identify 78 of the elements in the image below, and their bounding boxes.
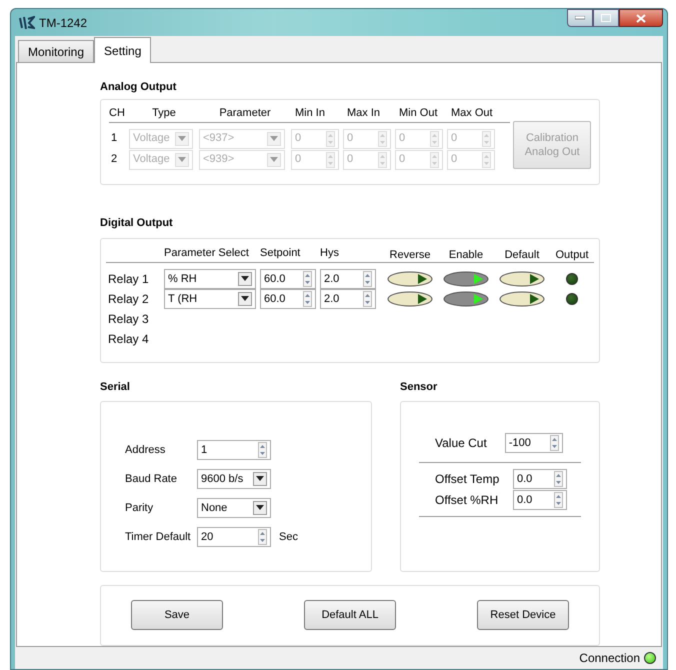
toggle-switch[interactable] (499, 290, 545, 307)
field-label: Baud Rate (125, 472, 177, 487)
channel-number: 1 (111, 131, 118, 146)
spin-field[interactable]: 0.0 (513, 490, 567, 510)
spin-field[interactable]: -100 (504, 432, 563, 453)
spin-field[interactable]: 60.0 (260, 288, 316, 309)
field-label: Address (125, 442, 166, 458)
minimize-button[interactable] (567, 9, 593, 27)
column-header: Max In (347, 106, 380, 120)
dropdown[interactable]: T (RH (164, 288, 256, 309)
channel-number: 2 (111, 152, 118, 168)
action-button[interactable]: Default ALL (304, 600, 396, 630)
toggle-switch[interactable] (443, 290, 489, 307)
relay-label: Relay 3 (108, 310, 149, 328)
app-logo-icon (19, 16, 35, 30)
dropdown-caret-icon[interactable] (253, 500, 267, 515)
dropdown-caret-icon[interactable] (238, 272, 252, 286)
column-header: Type (152, 106, 176, 120)
status-label: Connection (579, 650, 640, 667)
column-header: Setpoint (260, 246, 300, 261)
relay-label: Relay 1 (108, 270, 149, 288)
close-button[interactable] (619, 9, 663, 27)
section-title: Analog Output (100, 80, 176, 95)
spin-field[interactable]: 0.0 (513, 468, 567, 489)
relay-label: Relay 2 (108, 290, 149, 308)
spin-field[interactable]: 1 (197, 440, 271, 460)
spinner-arrows-icon[interactable] (363, 290, 372, 307)
spin-field[interactable]: 2.0 (320, 268, 376, 289)
column-header: Reverse (390, 248, 430, 263)
field-label: Parity (125, 500, 154, 516)
close-icon (636, 14, 646, 22)
spinner-arrows-icon[interactable] (258, 528, 267, 545)
window-title: TM-1242 (39, 14, 88, 32)
spin-field[interactable]: 20 (197, 526, 271, 547)
section-title: Sensor (400, 380, 438, 396)
column-header: CH (109, 106, 125, 120)
column-header: Output (555, 248, 589, 263)
column-header: Parameter Select (164, 246, 249, 261)
spin-field[interactable]: 2.0 (320, 288, 376, 309)
section-title: Serial (100, 380, 130, 396)
column-header: Min Out (399, 106, 438, 120)
unit-label: Sec (279, 530, 298, 545)
spinner-arrows-icon[interactable] (303, 270, 312, 287)
spin-field[interactable]: 60.0 (260, 268, 316, 289)
toggle-switch[interactable] (443, 270, 489, 287)
dropdown[interactable]: % RH (164, 268, 256, 289)
spinner-arrows-icon[interactable] (554, 470, 563, 487)
column-header: Hys (320, 246, 339, 261)
spinner-arrows-icon[interactable] (554, 492, 563, 508)
minimize-icon (575, 16, 585, 20)
maximize-icon (601, 14, 611, 22)
field-label: Offset Temp (435, 470, 500, 488)
toggle-switch[interactable] (387, 290, 433, 307)
spinner-arrows-icon[interactable] (258, 442, 267, 458)
spinner-arrows-icon[interactable] (303, 290, 312, 307)
field-label: Offset %RH (435, 492, 500, 509)
spinner-arrows-icon[interactable] (363, 270, 372, 287)
field-label: Value Cut (435, 434, 487, 452)
spinner-arrows-icon[interactable] (550, 434, 559, 451)
column-header: Default (504, 248, 540, 263)
toggle-switch[interactable] (387, 270, 433, 287)
column-header: Enable (448, 248, 484, 263)
tab[interactable]: Monitoring (18, 40, 94, 62)
toggle-switch[interactable] (499, 270, 545, 287)
tab[interactable]: Setting (94, 37, 152, 63)
dropdown[interactable]: None (197, 498, 271, 518)
section-title: Digital Output (100, 216, 173, 232)
maximize-button[interactable] (593, 9, 619, 27)
action-button[interactable]: Reset Device (477, 600, 569, 630)
dropdown-caret-icon[interactable] (253, 472, 267, 486)
column-header: Max Out (451, 106, 493, 120)
dropdown[interactable]: 9600 b/s (197, 468, 271, 489)
column-header: Parameter (219, 106, 271, 120)
field-label: Timer Default (125, 530, 191, 545)
relay-label: Relay 4 (108, 330, 149, 348)
dropdown-caret-icon[interactable] (238, 292, 252, 306)
column-header: Min In (295, 106, 325, 120)
action-button[interactable]: Save (131, 600, 223, 630)
